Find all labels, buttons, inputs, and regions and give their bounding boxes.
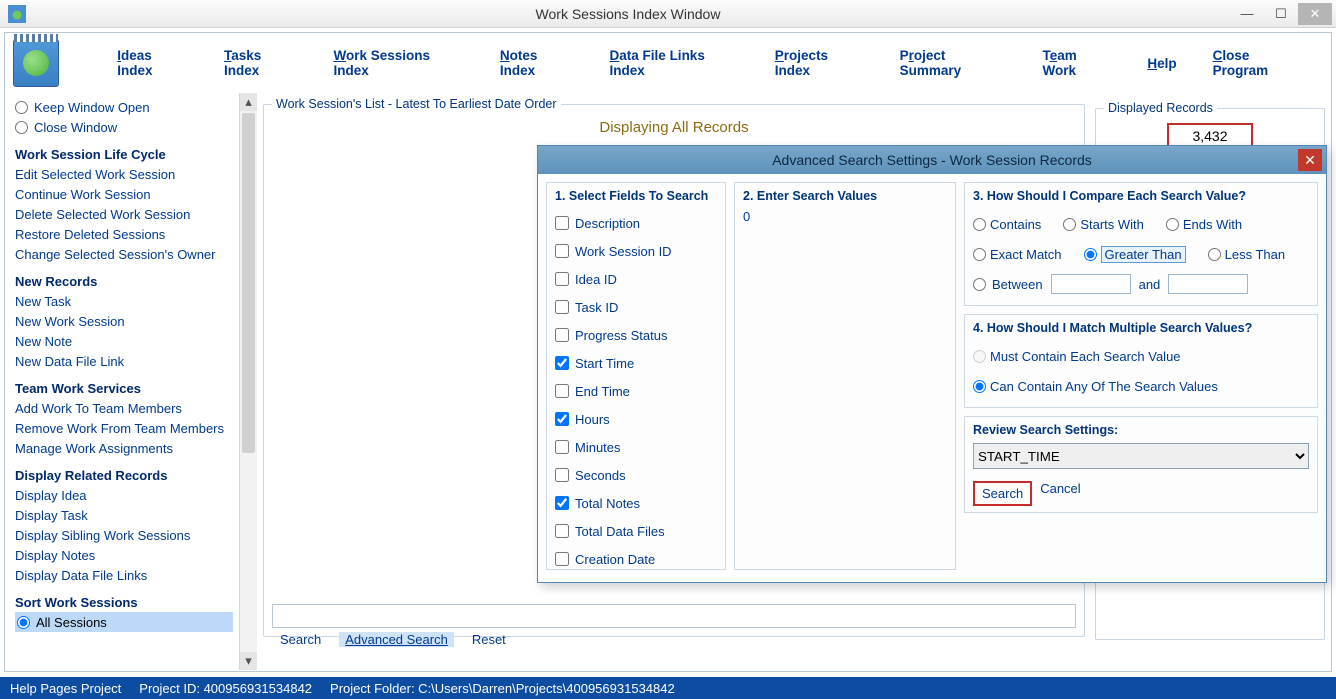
nav-remove-work-team[interactable]: Remove Work From Team Members [15,418,233,438]
nav-disp-sibling[interactable]: Display Sibling Work Sessions [15,525,233,545]
nav-new-work[interactable]: New Work Session [15,311,233,331]
worklist-legend: Work Session's List - Latest To Earliest… [272,97,561,111]
nav-restore[interactable]: Restore Deleted Sessions [15,224,233,244]
sort-all-sessions[interactable]: All Sessions [15,612,233,632]
cancel-button[interactable]: Cancel [1040,481,1080,506]
status-project-folder: Project Folder: C:\Users\Darren\Projects… [330,681,675,696]
between-from[interactable] [1051,274,1131,294]
dialog-title: Advanced Search Settings - Work Session … [538,146,1326,174]
field-seconds[interactable]: Seconds [555,461,717,489]
nav-disp-notes[interactable]: Display Notes [15,545,233,565]
cmp-between[interactable]: Between [973,277,1043,292]
menu-data-file-links[interactable]: Data File Links Index [610,48,739,78]
menu-project-summary[interactable]: Project Summary [900,48,1007,78]
tab-search[interactable]: Search [280,632,321,647]
field-progress-status[interactable]: Progress Status [555,321,717,349]
field-task-id[interactable]: Task ID [555,293,717,321]
nav-new-note[interactable]: New Note [15,331,233,351]
menu-projects[interactable]: Projects Index [775,48,864,78]
logo-icon [13,39,59,87]
close-window[interactable]: Close Window [15,117,233,137]
nav-delete[interactable]: Delete Selected Work Session [15,204,233,224]
field-start-time[interactable]: Start Time [555,349,717,377]
status-project-id: Project ID: 400956931534842 [139,681,312,696]
field-total-notes[interactable]: Total Notes [555,489,717,517]
field-idea-id[interactable]: Idea ID [555,265,717,293]
match-any[interactable]: Can Contain Any Of The Search Values [973,379,1218,394]
minimize-button[interactable]: — [1230,3,1264,25]
nav-new-task[interactable]: New Task [15,291,233,311]
close-button[interactable]: ✕ [1298,3,1332,25]
scroll-down-icon[interactable]: ▾ [240,652,257,670]
review-select[interactable]: START_TIME [973,443,1309,469]
cmp-starts[interactable]: Starts With [1063,217,1144,232]
nav-disp-datafile[interactable]: Display Data File Links [15,565,233,585]
cmp-exact[interactable]: Exact Match [973,247,1062,262]
nav-manage-work[interactable]: Manage Work Assignments [15,438,233,458]
search-button[interactable]: Search [973,481,1032,506]
advanced-search-dialog: Advanced Search Settings - Work Session … [537,145,1327,583]
nav-head-life: Work Session Life Cycle [15,147,233,162]
between-to[interactable] [1168,274,1248,294]
nav-new-datafile[interactable]: New Data File Link [15,351,233,371]
nav-add-work-team[interactable]: Add Work To Team Members [15,398,233,418]
field-total-data-files[interactable]: Total Data Files [555,517,717,545]
cmp-ends[interactable]: Ends With [1166,217,1242,232]
titlebar: Work Sessions Index Window — ☐ ✕ [0,0,1336,28]
field-work-session-id[interactable]: Work Session ID [555,237,717,265]
field-hours[interactable]: Hours [555,405,717,433]
left-nav: Keep Window Open Close Window Work Sessi… [5,93,239,670]
menu-work-sessions[interactable]: Work Sessions Index [333,48,463,78]
nav-edit-selected[interactable]: Edit Selected Work Session [15,164,233,184]
maximize-button[interactable]: ☐ [1264,3,1298,25]
nav-disp-task[interactable]: Display Task [15,505,233,525]
between-and: and [1139,277,1161,292]
leftnav-scrollbar[interactable]: ▴ ▾ [239,93,257,670]
menu-ideas[interactable]: Ideas Index [117,48,188,78]
menu-help[interactable]: Help [1147,56,1176,71]
review-label: Review Search Settings: [973,423,1309,437]
nav-head-new: New Records [15,274,233,289]
nav-continue[interactable]: Continue Work Session [15,184,233,204]
dialog-sec1: 1. Select Fields To Search [555,189,717,203]
cmp-greater[interactable]: Greater Than [1084,246,1186,263]
field-creation-date[interactable]: Creation Date [555,545,717,573]
keep-window-open[interactable]: Keep Window Open [15,97,233,117]
menu-notes[interactable]: Notes Index [500,48,574,78]
dialog-sec3: 3. How Should I Compare Each Search Valu… [973,189,1309,203]
menu-close-program[interactable]: Close Program [1213,48,1305,78]
search-input[interactable] [272,604,1076,628]
tab-reset[interactable]: Reset [472,632,506,647]
dialog-sec2: 2. Enter Search Values [743,189,947,203]
dialog-sec4: 4. How Should I Match Multiple Search Va… [973,321,1309,335]
worklist-subtitle: Displaying All Records [272,117,1076,140]
statusbar: Help Pages Project Project ID: 400956931… [0,677,1336,699]
nav-head-sort: Sort Work Sessions [15,595,233,610]
nav-head-related: Display Related Records [15,468,233,483]
nav-head-team: Team Work Services [15,381,233,396]
dialog-close-button[interactable]: ✕ [1298,149,1322,171]
match-each: Must Contain Each Search Value [973,349,1181,364]
app-icon [8,5,26,23]
scroll-thumb[interactable] [242,113,255,453]
window-title: Work Sessions Index Window [26,6,1230,22]
search-value-0: 0 [743,209,947,224]
nav-change-owner[interactable]: Change Selected Session's Owner [15,244,233,264]
menubar: Ideas Index Tasks Index Work Sessions In… [5,33,1331,93]
menu-tasks[interactable]: Tasks Index [224,48,297,78]
field-end-time[interactable]: End Time [555,377,717,405]
nav-disp-idea[interactable]: Display Idea [15,485,233,505]
menu-team-work[interactable]: Team Work [1042,48,1111,78]
field-minutes[interactable]: Minutes [555,433,717,461]
scroll-up-icon[interactable]: ▴ [240,93,257,111]
tab-advanced-search[interactable]: Advanced Search [339,632,454,647]
field-description[interactable]: Description [555,209,717,237]
cmp-less[interactable]: Less Than [1208,247,1285,262]
status-project: Help Pages Project [10,681,121,696]
cmp-contains[interactable]: Contains [973,217,1041,232]
